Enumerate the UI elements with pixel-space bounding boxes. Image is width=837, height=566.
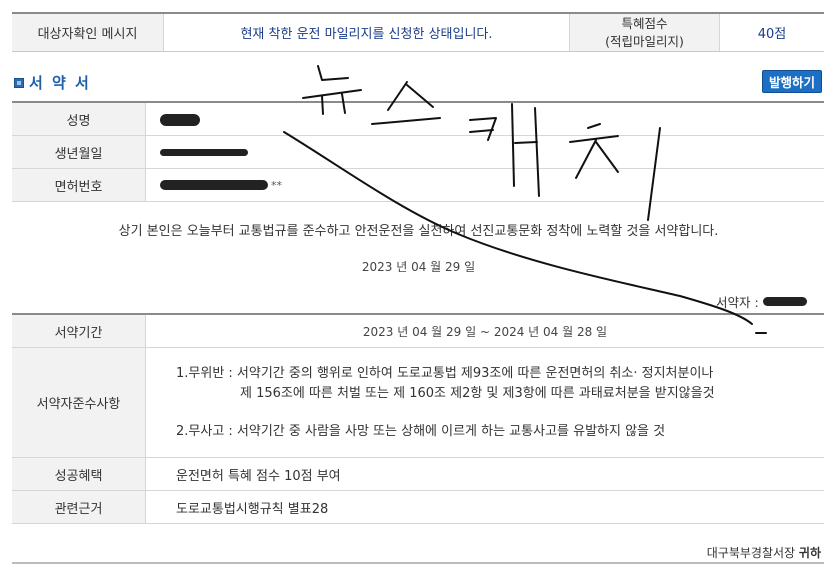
birth-value	[146, 136, 824, 168]
table-row: 관련근거 도로교통법시행규칙 별표28	[12, 491, 824, 524]
rule1-line2: 제 156조에 따른 처벌 또는 제 160조 제2항 및 제3항에 따른 과태…	[240, 385, 715, 401]
conditions-table: 서약기간 2023 년 04 월 29 일 ~ 2024 년 04 월 28 일…	[12, 313, 824, 524]
points-label-line1: 특혜점수	[621, 15, 668, 31]
pledge-date: 2023 년 04 월 29 일	[361, 260, 476, 274]
basis-value: 도로교통법시행규칙 별표28	[176, 501, 329, 517]
rule2: 2.무사고 : 서약기간 중 사람을 사망 또는 상해에 이르게 하는 교통사고…	[176, 423, 666, 439]
table-row: 성명	[12, 103, 824, 136]
redaction-mark	[160, 180, 268, 190]
footer-issuer: 대구북부경찰서장 귀하	[707, 544, 821, 561]
table-row: 면허번호 **	[12, 169, 824, 202]
issuer-name: 대구북부경찰서장	[706, 546, 796, 560]
table-row: 생년월일	[12, 136, 824, 169]
rules-label: 서약자준수사항	[12, 348, 146, 457]
license-value: **	[146, 169, 824, 201]
rules-value: 1.무위반 : 서약기간 중의 행위로 인하여 도로교통법 제93조에 따른 운…	[146, 348, 824, 457]
status-bar: 대상자확인 메시지 현재 착한 운전 마일리지를 신청한 상태입니다. 특혜점수…	[12, 12, 824, 52]
period-value: 2023 년 04 월 29 일 ~ 2024 년 04 월 28 일	[362, 324, 608, 339]
points-label-line2: (적립마일리지)	[605, 33, 684, 49]
redaction-mark	[160, 114, 200, 126]
status-message: 현재 착한 운전 마일리지를 신청한 상태입니다.	[164, 14, 570, 51]
period-label: 서약기간	[12, 315, 146, 347]
license-suffix: **	[271, 178, 282, 192]
personal-info-table: 성명 생년월일 면허번호 **	[12, 101, 824, 202]
basis-label: 관련근거	[12, 491, 146, 523]
issue-button[interactable]: 발행하기	[762, 70, 822, 93]
benefit-value: 운전면허 특혜 점수 10점 부여	[176, 468, 341, 484]
section-title-text: 서 약 서	[29, 74, 91, 92]
name-label: 성명	[12, 103, 146, 135]
points-label: 특혜점수 (적립마일리지)	[570, 14, 720, 51]
license-label: 면허번호	[12, 169, 146, 201]
name-value	[146, 103, 824, 135]
birth-label: 생년월일	[12, 136, 146, 168]
square-bullet-icon	[14, 77, 24, 88]
table-row: 서약자준수사항 1.무위반 : 서약기간 중의 행위로 인하여 도로교통법 제9…	[12, 348, 824, 458]
section-title: 서 약 서	[14, 72, 91, 93]
redaction-mark	[762, 297, 807, 306]
target-label: 대상자확인 메시지	[12, 14, 164, 51]
signer: 서약자 :	[716, 292, 807, 311]
benefit-label: 성공혜택	[12, 458, 146, 490]
bottom-divider	[12, 562, 824, 564]
table-row: 성공혜택 운전면허 특혜 점수 10점 부여	[12, 458, 824, 491]
table-row: 서약기간 2023 년 04 월 29 일 ~ 2024 년 04 월 28 일	[12, 315, 824, 348]
issuer-suffix: 귀하	[798, 546, 821, 560]
signer-label: 서약자 :	[716, 295, 759, 310]
redaction-mark	[160, 148, 248, 156]
points-value: 40점	[757, 27, 787, 42]
pledge-text: 상기 본인은 오늘부터 교통법규를 준수하고 안전운전을 실천하여 선진교통문화…	[118, 224, 719, 239]
rule1-line1: 1.무위반 : 서약기간 중의 행위로 인하여 도로교통법 제93조에 따른 운…	[176, 365, 714, 381]
